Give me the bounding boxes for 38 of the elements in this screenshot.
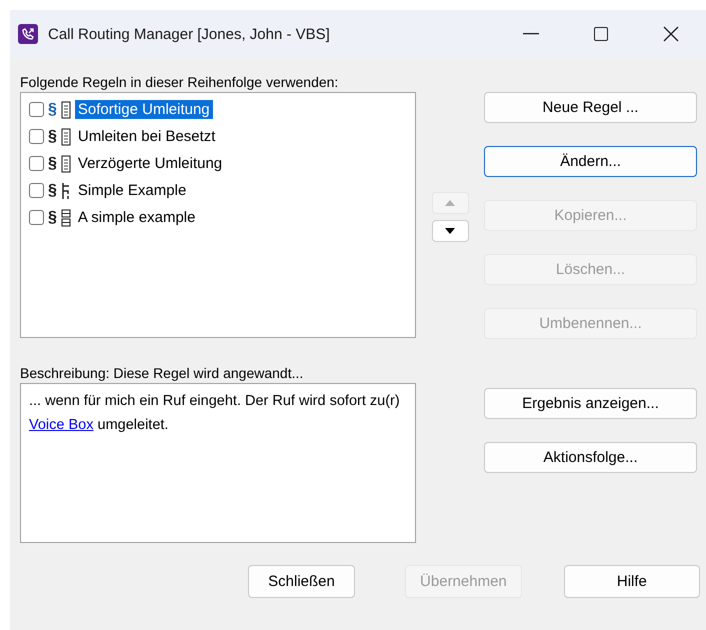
section-sign: §	[48, 154, 57, 172]
dialog-button[interactable]: Hilfe	[564, 565, 700, 598]
description-text: ... wenn für mich ein Ruf eingeht. Der Ruf wird sofort zu(r) Voice Box umgeleitet.	[20, 383, 416, 543]
rule-checkbox[interactable]	[29, 102, 44, 117]
rule-item[interactable]: Sofortige Umleitung	[74, 100, 213, 119]
dialog-button[interactable]: Neue Regel ...	[484, 92, 697, 123]
rule-checkbox[interactable]	[29, 156, 44, 171]
rule-item[interactable]: Umleiten bei Besetzt	[74, 127, 218, 146]
section-sign: §	[48, 208, 57, 226]
dialog-button[interactable]: Ändern...	[484, 146, 697, 177]
dialog-button[interactable]: Ergebnis anzeigen...	[484, 388, 697, 419]
rule-type-icon	[60, 208, 71, 226]
rule-item[interactable]: Simple Example	[74, 181, 190, 200]
description-label: Beschreibung: Diese Regel wird angewandt...	[20, 364, 304, 383]
move-button[interactable]	[432, 220, 468, 242]
rule-item[interactable]: Verzögerte Umleitung	[74, 154, 226, 173]
rules-label: Folgende Regeln in dieser Reihenfolge verwenden:	[20, 73, 340, 92]
rule-type-icon	[60, 128, 71, 146]
up-arrow-icon	[445, 200, 455, 206]
dialog-button[interactable]: Aktionsfolge...	[484, 442, 697, 473]
minimize-icon[interactable]	[523, 33, 539, 35]
rule-checkbox[interactable]	[29, 129, 44, 144]
voice-box-link[interactable]: Voice Box	[29, 417, 94, 433]
maximize-icon[interactable]	[594, 27, 608, 41]
section-sign: §	[48, 100, 57, 118]
rule-item[interactable]: A simple example	[74, 208, 198, 227]
section-sign: §	[48, 128, 57, 146]
section-sign: §	[48, 182, 57, 200]
rule-type-icon	[60, 154, 71, 172]
phone-icon	[18, 24, 38, 44]
rule-type-icon	[60, 100, 71, 118]
close-icon[interactable]	[663, 26, 679, 42]
down-arrow-icon	[445, 228, 455, 234]
rule-type-icon	[60, 182, 71, 200]
dialog-button[interactable]: Schließen	[248, 565, 356, 598]
window-title: Call Routing Manager [Jones, John - VBS]	[48, 26, 331, 42]
rule-checkbox[interactable]	[29, 183, 44, 198]
rule-checkbox[interactable]	[29, 210, 44, 225]
